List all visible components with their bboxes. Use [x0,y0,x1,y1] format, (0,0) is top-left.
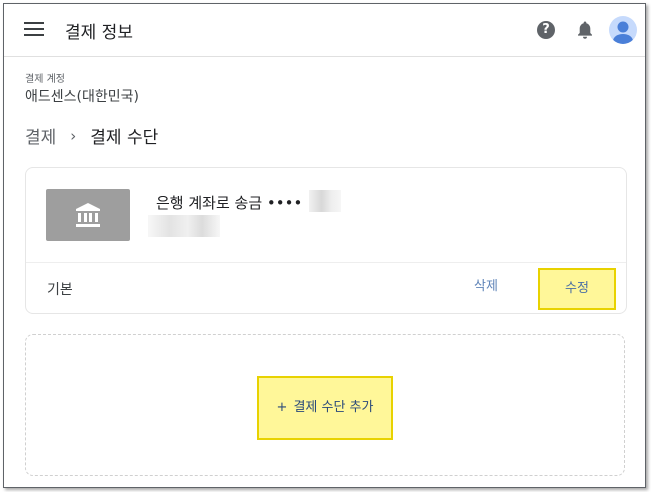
help-icon[interactable]: ? [537,21,555,39]
menu-icon[interactable] [24,22,44,38]
delete-button[interactable]: 삭제 [462,271,510,303]
default-status-label: 기본 [47,282,73,298]
payment-method-name: 은행 계좌로 송금 •••• [156,194,303,212]
add-payment-method-area: + 결제 수단 추가 [25,334,625,476]
edit-button[interactable]: 수정 [538,268,616,310]
app-window: 결제 정보 ? 결제 계정 애드센스(대한민국) 결제 › 결제 수단 은행 계… [3,3,646,488]
account-avatar-icon[interactable] [609,16,637,44]
payment-method-card: 은행 계좌로 송금 •••• 기본 삭제 수정 [25,167,627,314]
redacted-account-digits [309,190,341,212]
breadcrumb-payments-link[interactable]: 결제 [25,123,56,148]
notification-bell-icon[interactable] [576,20,594,40]
bank-icon [46,189,130,241]
breadcrumb-chevron-icon: › [70,126,77,145]
billing-account-name: 애드센스(대한민국) [25,89,139,105]
plus-icon: + [276,400,288,415]
add-payment-method-label: 결제 수단 추가 [293,400,374,415]
redacted-account-details [148,215,220,237]
breadcrumb-current: 결제 수단 [90,128,159,148]
billing-account-label: 결제 계정 [25,74,65,85]
card-divider [26,262,626,263]
add-payment-method-button[interactable]: + 결제 수단 추가 [257,376,393,440]
top-bar: 결제 정보 ? [4,4,645,57]
breadcrumb: 결제 › 결제 수단 [25,123,159,149]
page-title: 결제 정보 [65,23,133,43]
